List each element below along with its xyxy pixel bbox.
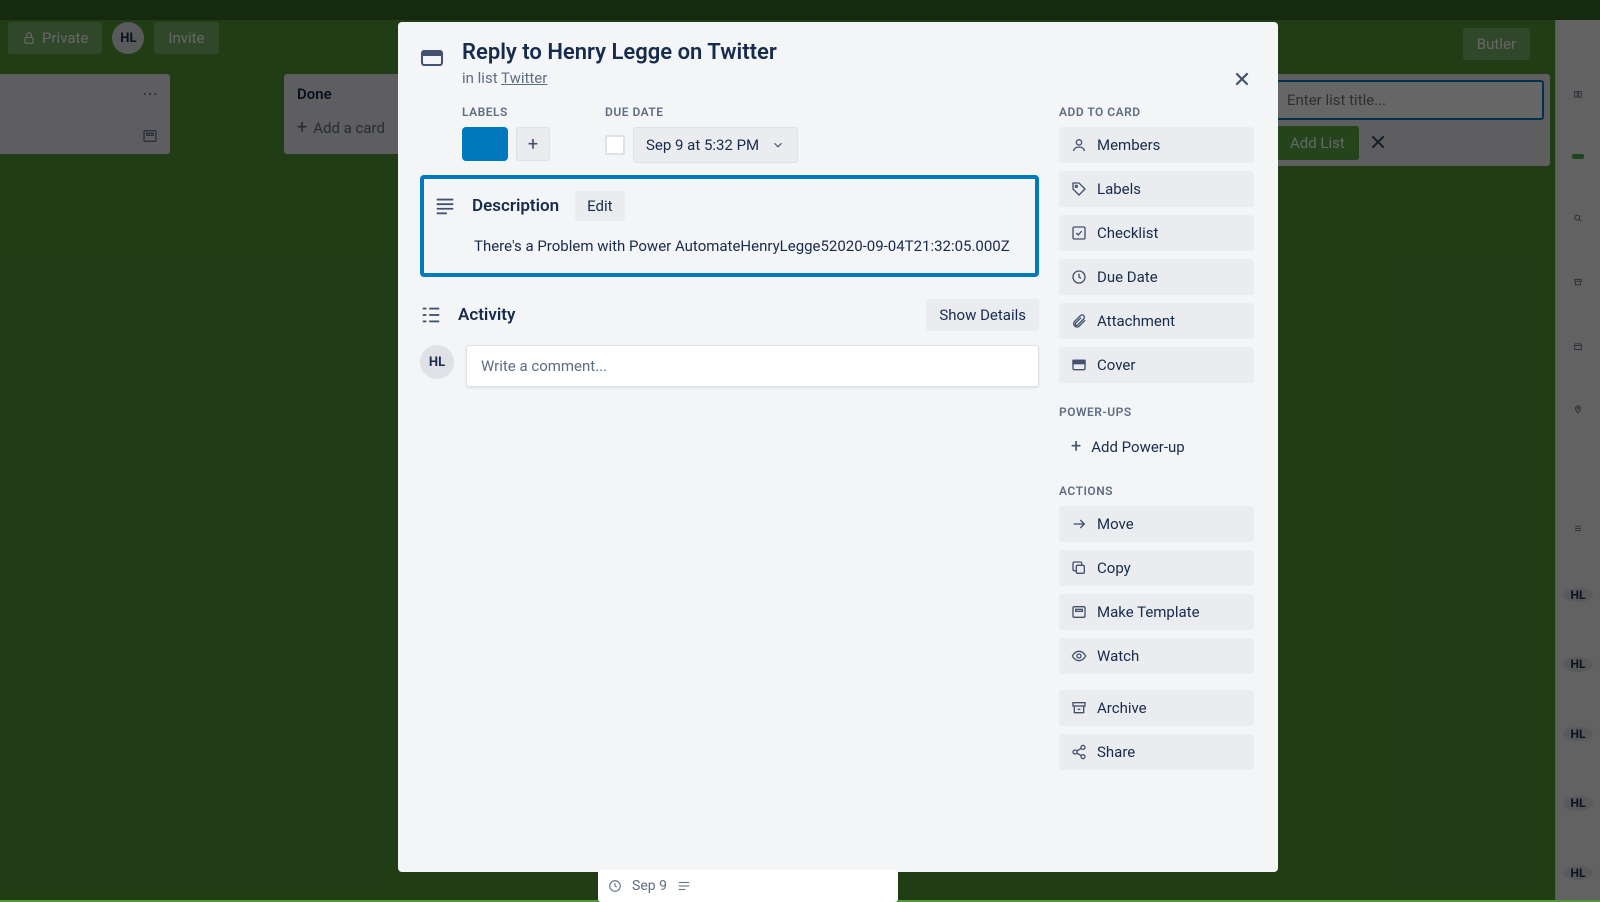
add-label-button[interactable]: + — [516, 127, 550, 161]
description-icon — [677, 879, 691, 893]
activity-icon — [420, 304, 442, 326]
add-to-card-heading: ADD TO CARD — [1059, 105, 1254, 119]
make-template-button[interactable]: Make Template — [1059, 594, 1254, 630]
close-modal-button[interactable]: ✕ — [1224, 62, 1260, 98]
show-details-button[interactable]: Show Details — [926, 299, 1039, 331]
add-powerup-button[interactable]: + Add Power-up — [1059, 427, 1254, 466]
card-due-label: Sep 9 — [632, 878, 667, 894]
attachment-icon — [1071, 313, 1087, 329]
cover-icon — [1071, 357, 1087, 373]
user-avatar: HL — [420, 345, 454, 379]
members-button[interactable]: Members — [1059, 127, 1254, 163]
actions-heading: ACTIONS — [1059, 484, 1254, 498]
card-list-location: in list Twitter — [462, 69, 777, 87]
move-button[interactable]: Move — [1059, 506, 1254, 542]
edit-description-button[interactable]: Edit — [575, 191, 624, 221]
watch-button[interactable]: Watch — [1059, 638, 1254, 674]
comment-composer: HL Write a comment... — [420, 345, 1039, 387]
template-icon — [1071, 604, 1087, 620]
card-detail-modal: ✕ Reply to Henry Legge on Twitter in lis… — [398, 22, 1278, 872]
description-icon — [434, 195, 456, 217]
attachment-button[interactable]: Attachment — [1059, 303, 1254, 339]
due-date-button[interactable]: Sep 9 at 5:32 PM — [633, 127, 798, 163]
share-button[interactable]: Share — [1059, 734, 1254, 770]
card-snippet[interactable]: Sep 9 — [598, 870, 898, 902]
chevron-down-icon — [771, 138, 785, 152]
due-date-checkbox[interactable] — [605, 135, 625, 155]
card-title[interactable]: Reply to Henry Legge on Twitter — [462, 40, 777, 65]
members-icon — [1071, 137, 1087, 153]
description-heading: Description — [472, 196, 559, 216]
list-link[interactable]: Twitter — [501, 69, 547, 87]
checklist-button[interactable]: Checklist — [1059, 215, 1254, 251]
comment-input[interactable]: Write a comment... — [466, 345, 1039, 387]
due-date-heading: DUE DATE — [605, 105, 798, 119]
label-blue[interactable] — [462, 127, 508, 161]
card-sidebar: ADD TO CARD Members Labels Checklist Due… — [1059, 105, 1254, 778]
archive-button[interactable]: Archive — [1059, 690, 1254, 726]
description-text[interactable]: There's a Problem with Power AutomateHen… — [434, 237, 1021, 255]
labels-section: LABELS + — [462, 105, 550, 163]
cover-button[interactable]: Cover — [1059, 347, 1254, 383]
power-ups-heading: POWER-UPS — [1059, 405, 1254, 419]
description-section: Description Edit There's a Problem with … — [420, 175, 1039, 277]
clock-icon — [608, 879, 622, 893]
copy-button[interactable]: Copy — [1059, 550, 1254, 586]
arrow-right-icon — [1071, 516, 1087, 532]
share-icon — [1071, 744, 1087, 760]
archive-icon — [1071, 700, 1087, 716]
card-icon — [420, 46, 444, 70]
labels-button[interactable]: Labels — [1059, 171, 1254, 207]
activity-heading: Activity — [458, 305, 515, 325]
plus-icon: + — [1071, 436, 1081, 457]
copy-icon — [1071, 560, 1087, 576]
clock-icon — [1071, 269, 1087, 285]
due-date-button[interactable]: Due Date — [1059, 259, 1254, 295]
labels-heading: LABELS — [462, 105, 550, 119]
eye-icon — [1071, 648, 1087, 664]
due-date-section: DUE DATE Sep 9 at 5:32 PM — [605, 105, 798, 163]
activity-section-header: Activity Show Details — [420, 299, 1039, 331]
label-icon — [1071, 181, 1087, 197]
checklist-icon — [1071, 225, 1087, 241]
